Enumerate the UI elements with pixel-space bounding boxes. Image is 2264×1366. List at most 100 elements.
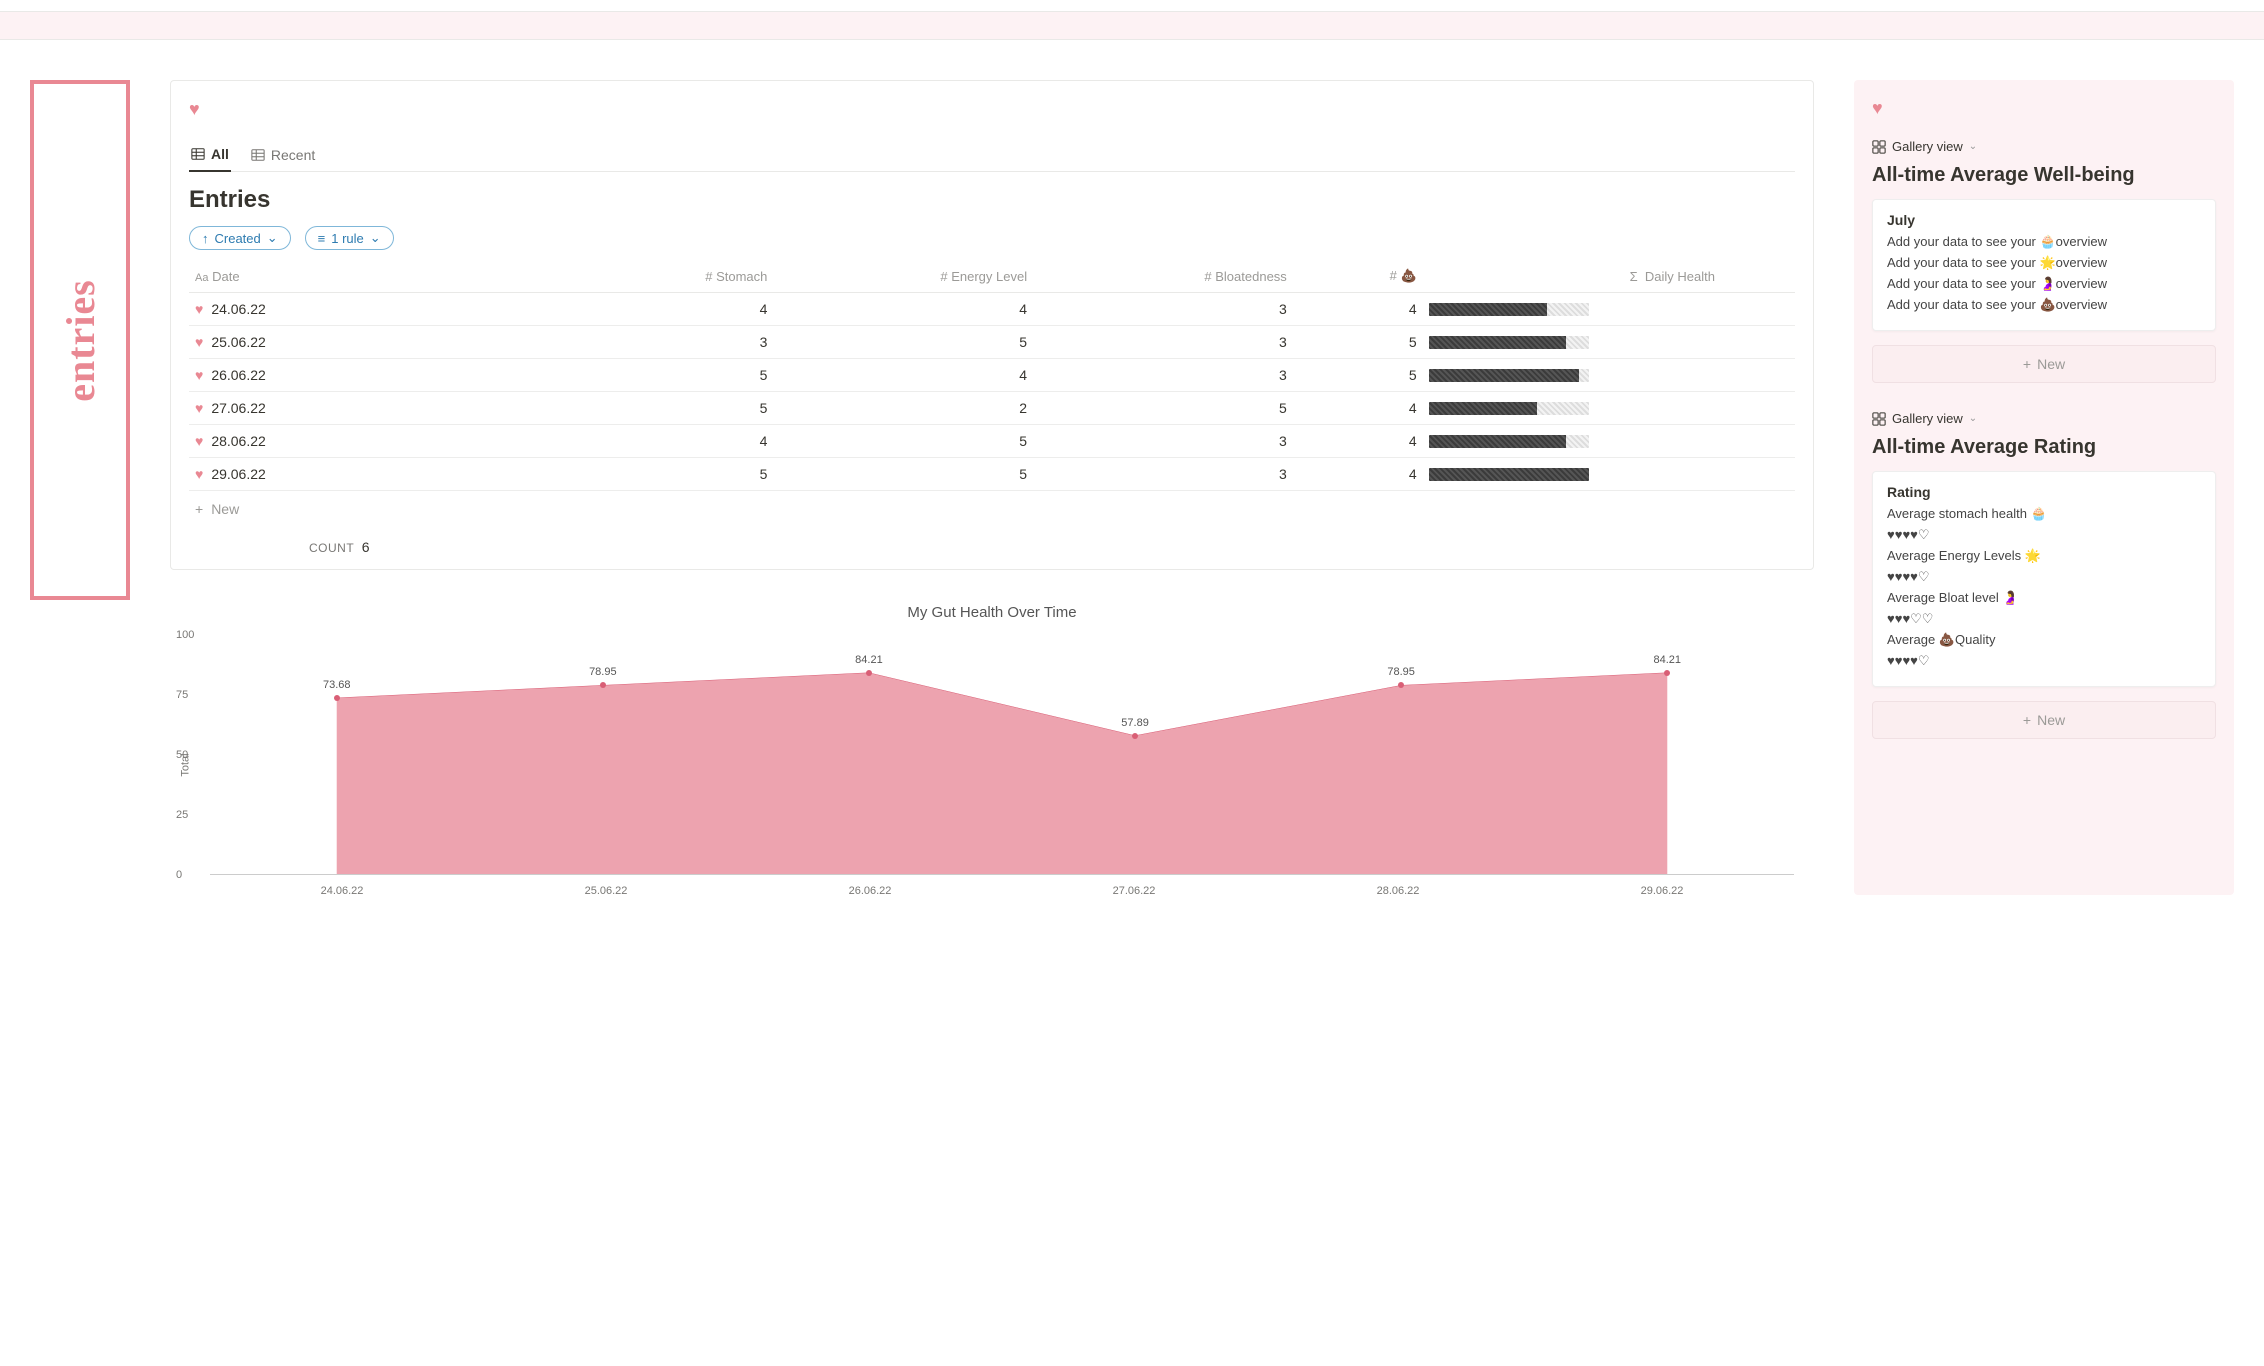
col-daily-health[interactable]: Σ Daily Health [1423, 260, 1795, 293]
cell-poo: 4 [1293, 293, 1423, 326]
wellbeing-line: Add your data to see your 🤰overview [1887, 276, 2201, 292]
plus-icon: + [195, 501, 203, 517]
cell-bloat: 3 [1033, 458, 1293, 491]
chart-ytick: 50 [176, 749, 188, 761]
heart-icon: ♥ [195, 301, 203, 317]
gallery-view-selector[interactable]: Gallery view ⌄ [1872, 139, 1977, 154]
cell-bloat: 3 [1033, 293, 1293, 326]
wellbeing-card[interactable]: July Add your data to see your 🧁overview… [1872, 199, 2216, 331]
rating-label: Average stomach health 🧁 [1887, 506, 2201, 522]
new-entry-label: New [211, 501, 239, 517]
cell-date: 24.06.22 [211, 301, 266, 317]
col-stomach[interactable]: # Stomach [557, 260, 773, 293]
heart-icon: ♥ [1872, 98, 2216, 119]
table-row[interactable]: ♥26.06.225435 [189, 359, 1795, 392]
cell-energy: 4 [773, 359, 1033, 392]
arrow-up-icon: ↑ [202, 231, 209, 246]
tab-recent[interactable]: Recent [249, 142, 317, 171]
chart-xlabel: 29.06.22 [1530, 885, 1794, 897]
table-row[interactable]: ♥24.06.224434 [189, 293, 1795, 326]
cell-energy: 5 [773, 326, 1033, 359]
chart-point-label: 78.95 [589, 666, 617, 678]
table-row[interactable]: ♥25.06.223535 [189, 326, 1795, 359]
chart-point [1664, 670, 1670, 676]
table-row[interactable]: ♥28.06.224534 [189, 425, 1795, 458]
chart-point [866, 670, 872, 676]
cell-bloat: 5 [1033, 392, 1293, 425]
daily-health-bar [1429, 435, 1589, 448]
cell-stomach: 5 [557, 458, 773, 491]
rating-hearts: ♥♥♥♥♡ [1887, 527, 2201, 543]
cell-energy: 5 [773, 425, 1033, 458]
cell-poo: 5 [1293, 326, 1423, 359]
chart-plot: 73.6878.9584.2157.8978.9584.21 [210, 635, 1794, 875]
daily-health-bar [1429, 303, 1589, 316]
entries-vertical-frame: entries [30, 80, 130, 600]
rating-card[interactable]: Rating Average stomach health 🧁 ♥♥♥♥♡ Aver… [1872, 471, 2216, 687]
chevron-down-icon: ⌄ [1969, 413, 1977, 424]
cell-bloat: 3 [1033, 425, 1293, 458]
filter-rule-pill[interactable]: ≡ 1 rule ⌄ [305, 226, 394, 250]
cell-bloat: 3 [1033, 359, 1293, 392]
rating-label: Average 💩Quality [1887, 632, 2201, 648]
col-bloat[interactable]: # Bloatedness [1033, 260, 1293, 293]
cell-poo: 5 [1293, 359, 1423, 392]
chevron-down-icon: ⌄ [267, 230, 278, 246]
cell-date: 26.06.22 [211, 367, 266, 383]
cell-poo: 4 [1293, 392, 1423, 425]
chart-ytick: 75 [176, 689, 188, 701]
new-entry-button[interactable]: + New [189, 491, 1795, 527]
wellbeing-line: Add your data to see your 🧁overview [1887, 234, 2201, 250]
rating-label: Average Energy Levels 🌟 [1887, 548, 2201, 564]
entries-table: Aa Date # Stomach # Energy Level # Bloat… [189, 260, 1795, 491]
side-column: ♥ Gallery view ⌄ All-time Average Well-b… [1854, 80, 2234, 895]
wellbeing-line: Add your data to see your 💩overview [1887, 297, 2201, 313]
chart-point [1132, 733, 1138, 739]
table-row[interactable]: ♥27.06.225254 [189, 392, 1795, 425]
heart-icon: ♥ [195, 433, 203, 449]
cell-stomach: 5 [557, 392, 773, 425]
view-tabs: All Recent [189, 142, 1795, 172]
wellbeing-new-button[interactable]: + New [1872, 345, 2216, 383]
count-label: COUNT [309, 541, 354, 555]
wellbeing-new-label: New [2037, 356, 2065, 372]
wellbeing-line: Add your data to see your 🌟overview [1887, 255, 2201, 271]
entries-title: Entries [189, 186, 1795, 214]
chart-xlabel: 28.06.22 [1266, 885, 1530, 897]
table-row[interactable]: ♥29.06.225534 [189, 458, 1795, 491]
heart-icon: ♥ [189, 99, 1795, 120]
rating-card-header: Rating [1887, 484, 2201, 500]
chart-point-label: 57.89 [1121, 716, 1149, 728]
chart-point-label: 84.21 [855, 654, 883, 666]
main-column: ♥ All Recent Entries ↑ [170, 80, 1814, 895]
rating-label: Average Bloat level 🤰 [1887, 590, 2201, 606]
gallery-view-selector-2[interactable]: Gallery view ⌄ [1872, 411, 1977, 426]
table-header-row: Aa Date # Stomach # Energy Level # Bloat… [189, 260, 1795, 293]
tab-all[interactable]: All [189, 142, 231, 172]
chart-xlabel: 27.06.22 [1002, 885, 1266, 897]
chart-xlabels: 24.06.2225.06.2226.06.2227.06.2228.06.22… [210, 885, 1794, 897]
chart-point-label: 73.68 [323, 679, 351, 691]
filter-icon: ≡ [318, 231, 326, 246]
chart-ytick: 0 [176, 869, 182, 881]
gallery-icon [1872, 140, 1886, 154]
chart-point [600, 682, 606, 688]
plus-icon: + [2023, 712, 2031, 728]
sort-created-pill[interactable]: ↑ Created ⌄ [189, 226, 291, 250]
chart-point-label: 78.95 [1387, 666, 1415, 678]
cell-date: 27.06.22 [211, 400, 266, 416]
rating-hearts: ♥♥♥♥♡ [1887, 569, 2201, 585]
cell-date: 28.06.22 [211, 433, 266, 449]
cell-date: 29.06.22 [211, 466, 266, 482]
rating-title: All-time Average Rating [1872, 436, 2216, 459]
cell-stomach: 4 [557, 425, 773, 458]
chart-point [1398, 682, 1404, 688]
col-poo[interactable]: # 💩 [1293, 260, 1423, 293]
rating-new-button[interactable]: + New [1872, 701, 2216, 739]
heart-icon: ♥ [195, 400, 203, 416]
daily-health-bar [1429, 468, 1589, 481]
wellbeing-card-header: July [1887, 212, 2201, 228]
chart-svg [210, 635, 1794, 874]
col-date[interactable]: Aa Date [189, 260, 557, 293]
col-energy[interactable]: # Energy Level [773, 260, 1033, 293]
